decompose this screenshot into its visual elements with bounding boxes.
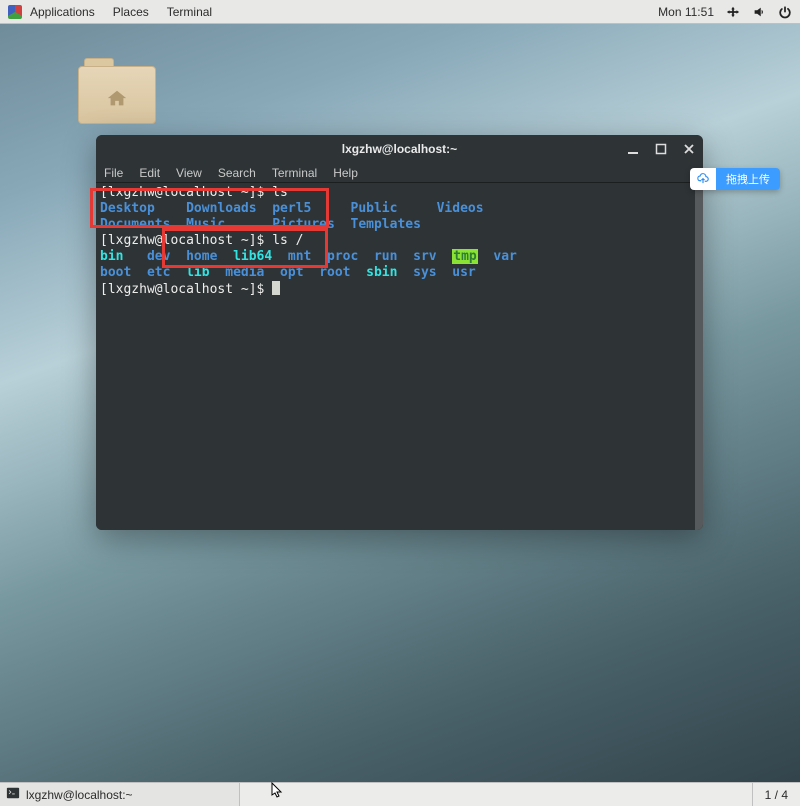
window-minimize-button[interactable] <box>623 139 643 159</box>
terminal-menu-edit[interactable]: Edit <box>139 166 160 180</box>
terminal-menu-file[interactable]: File <box>104 166 123 180</box>
terminal-prompt: [lxgzhw@localhost ~]$ <box>100 282 272 297</box>
volume-icon[interactable] <box>752 5 766 19</box>
taskbar-item-label: lxgzhw@localhost:~ <box>26 788 133 802</box>
network-icon[interactable] <box>726 5 740 19</box>
terminal-prompt: [lxgzhw@localhost ~]$ <box>100 233 272 248</box>
cloud-upload-icon <box>690 168 716 190</box>
ls-entry: boot <box>100 265 131 280</box>
ls-entry: perl5 <box>272 201 311 216</box>
terminal-window: lxgzhw@localhost:~ File Edit View Search… <box>96 135 703 530</box>
ls-entry: media <box>225 265 264 280</box>
terminal-titlebar[interactable]: lxgzhw@localhost:~ <box>96 135 703 163</box>
terminal-menu-help[interactable]: Help <box>333 166 358 180</box>
ls-entry: Documents <box>100 217 170 232</box>
workspace-indicator[interactable]: 1 / 4 <box>752 783 800 806</box>
window-maximize-button[interactable] <box>651 139 671 159</box>
ls-entry: proc <box>327 249 358 264</box>
bottom-taskbar: lxgzhw@localhost:~ 1 / 4 <box>0 782 800 806</box>
ls-entry: opt <box>280 265 303 280</box>
terminal-scrollbar[interactable] <box>695 183 703 530</box>
ls-entry: mnt <box>288 249 311 264</box>
ls-entry: usr <box>452 265 475 280</box>
ls-entry: bin <box>100 249 123 264</box>
taskbar-item-terminal[interactable]: lxgzhw@localhost:~ <box>0 783 240 806</box>
desktop-home-folder[interactable] <box>78 58 156 128</box>
ls-entry: dev <box>147 249 170 264</box>
ls-entry: srv <box>413 249 436 264</box>
applications-menu-icon[interactable] <box>8 5 22 19</box>
ls-entry: home <box>186 249 217 264</box>
ls-entry: Public <box>351 201 398 216</box>
ls-entry: etc <box>147 265 170 280</box>
window-close-button[interactable] <box>679 139 699 159</box>
terminal-app-icon <box>6 786 20 803</box>
home-icon <box>104 88 130 113</box>
ls-entry: Templates <box>351 217 421 232</box>
terminal-title: lxgzhw@localhost:~ <box>96 142 703 156</box>
terminal-menu-terminal[interactable]: Terminal <box>272 166 317 180</box>
ls-entry: Desktop <box>100 201 155 216</box>
terminal-menu-search[interactable]: Search <box>218 166 256 180</box>
terminal-menubar: File Edit View Search Terminal Help <box>96 163 703 183</box>
terminal-prompt: [lxgzhw@localhost ~]$ <box>100 185 272 200</box>
terminal-command: ls <box>272 185 288 200</box>
ls-entry: var <box>493 249 516 264</box>
ls-entry: Downloads <box>186 201 256 216</box>
top-menu-bar: Applications Places Terminal Mon 11:51 <box>0 0 800 24</box>
ls-entry: Music <box>186 217 225 232</box>
terminal-menu-view[interactable]: View <box>176 166 202 180</box>
power-icon[interactable] <box>778 5 792 19</box>
ls-entry: lib <box>186 265 209 280</box>
ls-entry: sbin <box>366 265 397 280</box>
applications-menu[interactable]: Applications <box>30 5 95 19</box>
ls-entry: root <box>319 265 350 280</box>
terminal-menu[interactable]: Terminal <box>167 5 212 19</box>
ls-entry: run <box>374 249 397 264</box>
terminal-output[interactable]: [lxgzhw@localhost ~]$ ls Desktop Downloa… <box>96 183 703 530</box>
upload-overlay-pill[interactable]: 拖拽上传 <box>690 168 780 190</box>
mouse-pointer-icon <box>268 782 284 803</box>
ls-entry: Pictures <box>272 217 335 232</box>
ls-entry: lib64 <box>233 249 272 264</box>
places-menu[interactable]: Places <box>113 5 149 19</box>
ls-entry: Videos <box>437 201 484 216</box>
terminal-cursor <box>272 281 280 295</box>
clock[interactable]: Mon 11:51 <box>658 5 714 19</box>
ls-entry: sys <box>413 265 436 280</box>
ls-entry: tmp <box>452 249 477 264</box>
upload-overlay-label: 拖拽上传 <box>716 168 780 190</box>
terminal-command: ls / <box>272 233 303 248</box>
